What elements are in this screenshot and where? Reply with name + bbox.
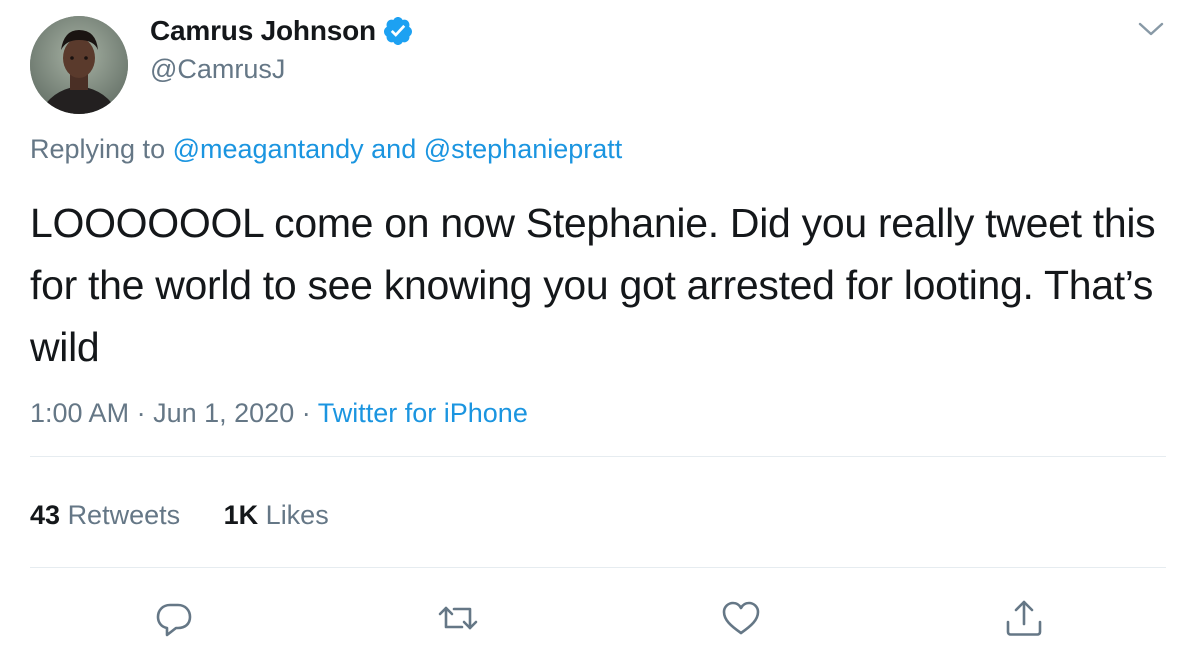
avatar[interactable] [30, 16, 128, 114]
share-icon[interactable] [1002, 596, 1046, 640]
tweet-card: Camrus Johnson @CamrusJ Replying to @mea… [0, 0, 1198, 658]
meta-separator-1: · [136, 398, 146, 428]
mention-link-2[interactable]: @stephaniepratt [424, 134, 623, 164]
tweet-metadata: 1:00 AM · Jun 1, 2020 · Twitter for iPho… [30, 398, 528, 429]
likes-label: Likes [265, 500, 329, 530]
tweet-date[interactable]: Jun 1, 2020 [153, 398, 294, 428]
retweets-label: Retweets [67, 500, 181, 530]
reply-icon[interactable] [152, 596, 196, 640]
divider-top [30, 456, 1166, 457]
replying-joiner: and [371, 134, 417, 164]
tweet-time[interactable]: 1:00 AM [30, 398, 129, 428]
verified-badge-icon [382, 15, 414, 47]
retweets-count: 43 [30, 500, 61, 530]
tweet-text: LOOOOOOL come on now Stephanie. Did you … [30, 200, 1156, 370]
heart-icon[interactable] [719, 596, 763, 640]
meta-separator-2: · [301, 398, 311, 428]
retweet-icon[interactable] [436, 596, 480, 640]
replying-to-prefix: Replying to [30, 134, 166, 164]
profile-photo-icon [30, 16, 128, 114]
replying-to-line: Replying to @meagantandy and @stephaniep… [30, 134, 622, 165]
likes-stat[interactable]: 1K Likes [224, 500, 329, 530]
author-name-row[interactable]: Camrus Johnson [150, 14, 414, 48]
mention-link-1[interactable]: @meagantandy [173, 134, 364, 164]
chevron-down-icon[interactable] [1136, 18, 1166, 40]
divider-bottom [30, 567, 1166, 568]
tweet-stats: 43 Retweets 1K Likes [30, 500, 365, 531]
author-handle[interactable]: @CamrusJ [150, 54, 285, 85]
author-display-name[interactable]: Camrus Johnson [150, 15, 376, 47]
likes-count: 1K [223, 500, 259, 530]
retweets-stat[interactable]: 43 Retweets [30, 500, 188, 530]
tweet-source-link[interactable]: Twitter for iPhone [318, 398, 528, 428]
